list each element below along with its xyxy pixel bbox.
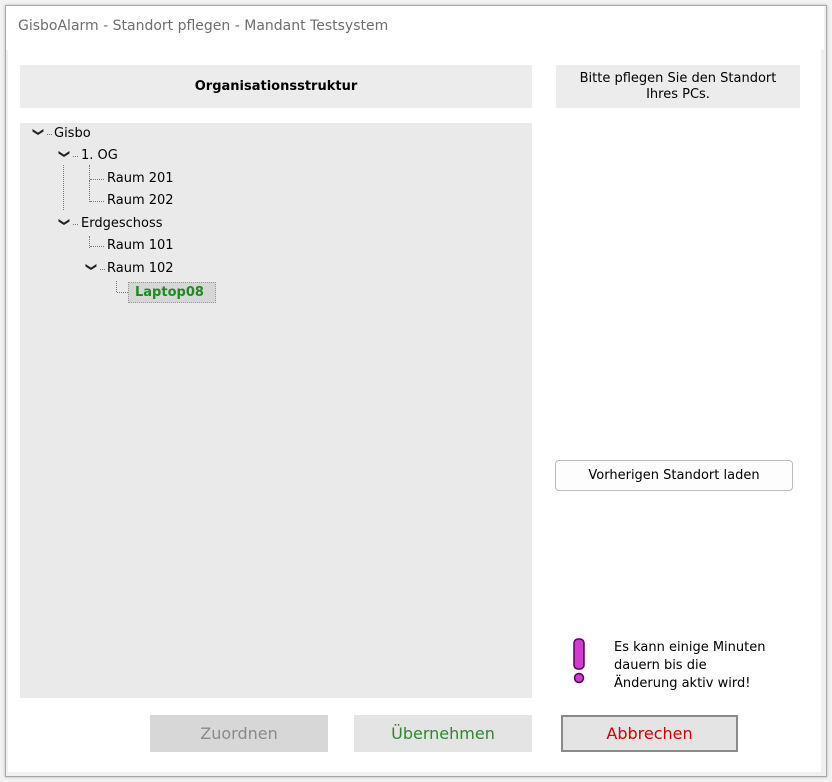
tree-node-raum-202[interactable]: Raum 202 xyxy=(107,193,174,208)
tree-node-raum-201[interactable]: Raum 201 xyxy=(107,171,174,186)
tree-node-raum-101[interactable]: Raum 101 xyxy=(107,238,174,253)
warning-text: Es kann einige Minuten dauern bis die Än… xyxy=(614,640,766,691)
tree-connector xyxy=(73,156,78,157)
chevron-down-icon[interactable]: ❯ xyxy=(58,148,71,160)
exclamation-icon xyxy=(573,638,585,684)
tree-connector xyxy=(90,201,104,202)
tree-connector xyxy=(100,269,105,270)
cancel-button[interactable]: Abbrechen xyxy=(561,715,738,752)
tree-connector xyxy=(116,281,117,292)
chevron-down-icon[interactable]: ❯ xyxy=(85,261,98,273)
tree-node-erdgeschoss[interactable]: Erdgeschoss xyxy=(81,216,163,231)
tree-node-gisbo[interactable]: Gisbo xyxy=(54,126,91,141)
tree-connector xyxy=(89,165,90,179)
tree-connector xyxy=(73,224,78,225)
tree-connector xyxy=(90,246,104,247)
window-title: GisboAlarm - Standort pflegen - Mandant … xyxy=(18,18,389,34)
chevron-down-icon[interactable]: ❯ xyxy=(32,126,45,138)
organization-tree[interactable] xyxy=(20,123,532,698)
tree-connector xyxy=(89,180,90,202)
tree-connector xyxy=(117,292,128,293)
apply-button[interactable]: Übernehmen xyxy=(354,715,532,752)
tree-node-laptop08[interactable]: Laptop08 xyxy=(128,282,216,303)
tree-node-raum-102[interactable]: Raum 102 xyxy=(107,261,174,276)
tree-node-1-og[interactable]: 1. OG xyxy=(81,148,118,163)
tree-panel-header: Organisationsstruktur xyxy=(20,65,532,108)
tree-connector xyxy=(90,179,104,180)
tree-connector xyxy=(63,165,64,210)
chevron-down-icon[interactable]: ❯ xyxy=(58,216,71,228)
location-hint: Bitte pflegen Sie den Standort Ihres PCs… xyxy=(556,65,800,108)
tree-node-label: Laptop08 xyxy=(135,285,204,300)
load-previous-location-button[interactable]: Vorherigen Standort laden xyxy=(555,460,793,491)
location-hint-text: Bitte pflegen Sie den Standort Ihres PCs… xyxy=(579,70,777,102)
tree-connector xyxy=(47,134,52,135)
assign-button[interactable]: Zuordnen xyxy=(150,715,328,752)
